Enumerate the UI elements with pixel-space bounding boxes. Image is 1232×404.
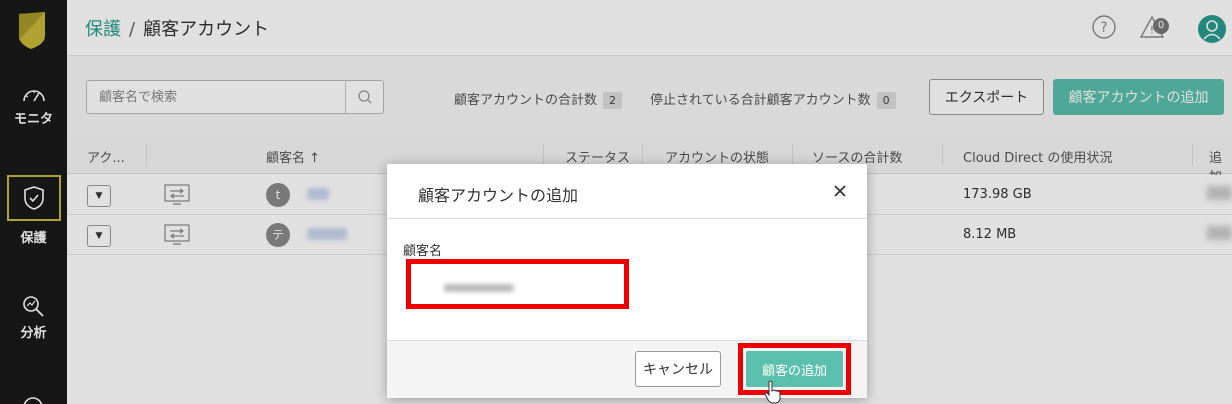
- add-customer-account-dialog: 顧客アカウントの追加 顧客名 キャンセル 顧客の追加: [387, 164, 867, 398]
- highlight-frame: 顧客の追加: [738, 343, 851, 395]
- add-customer-button[interactable]: 顧客の追加: [746, 351, 843, 387]
- dialog-body: 顧客名: [387, 220, 867, 340]
- cancel-button[interactable]: キャンセル: [635, 351, 721, 387]
- dialog-title: 顧客アカウントの追加: [418, 186, 579, 205]
- dialog-footer: キャンセル 顧客の追加: [387, 340, 867, 398]
- hand-pointer-icon: [764, 380, 781, 404]
- highlight-frame: [406, 259, 629, 309]
- dialog-header: 顧客アカウントの追加: [387, 164, 867, 219]
- close-icon[interactable]: [831, 182, 849, 200]
- redacted-input-value: [444, 284, 514, 292]
- customer-name-label: 顧客名: [403, 244, 443, 259]
